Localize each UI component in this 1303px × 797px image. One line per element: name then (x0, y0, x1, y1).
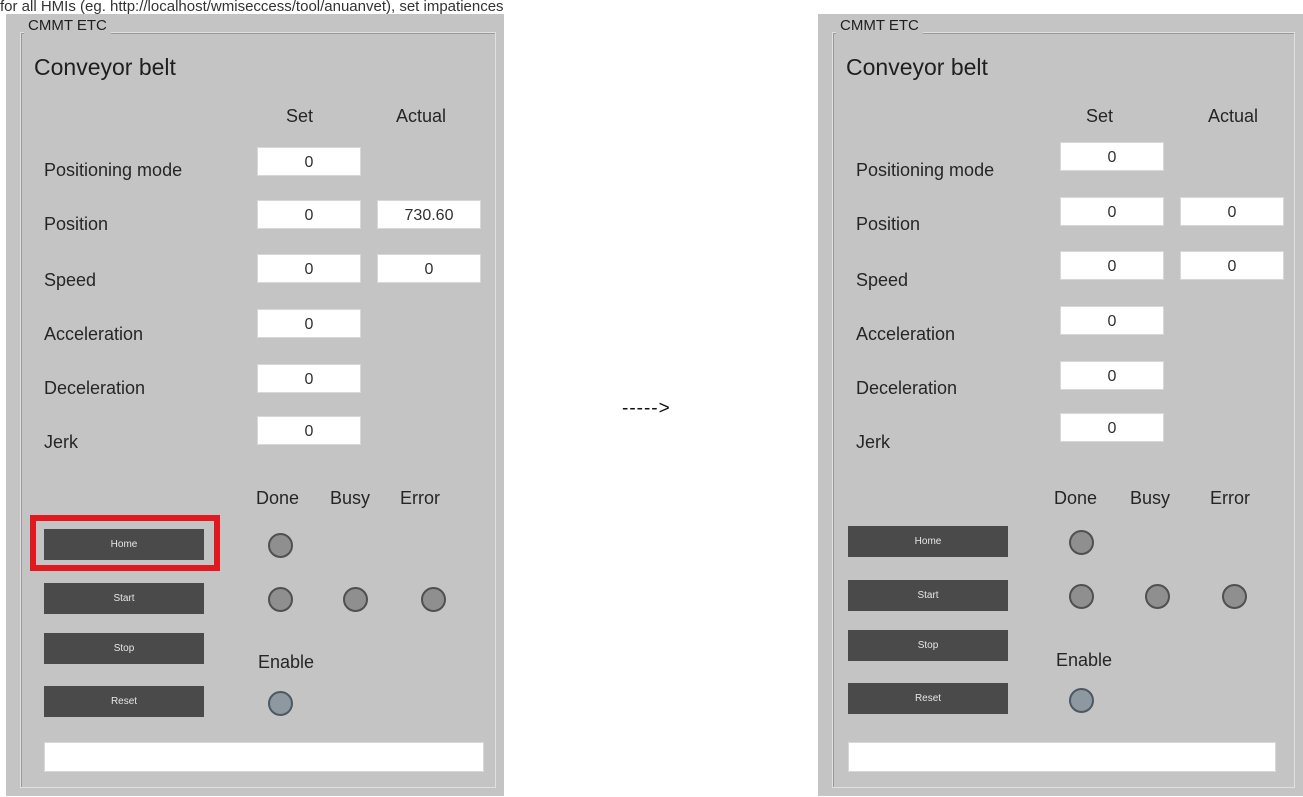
speed-set-field[interactable]: 0 (257, 254, 361, 283)
positioning-mode-set-field[interactable]: 0 (257, 147, 361, 176)
speed-set-field[interactable]: 0 (1060, 251, 1164, 280)
status-header-busy: Busy (1130, 488, 1171, 508)
label-deceleration: Deceleration (44, 378, 146, 398)
conveyor-panel-after: CMMT ETC Conveyor belt Set Actual Positi… (818, 14, 1303, 796)
deceleration-set-field[interactable]: 0 (257, 364, 361, 393)
group-title: CMMT ETC (24, 17, 111, 34)
acceleration-set-field[interactable]: 0 (257, 309, 361, 338)
top-cropped-text: for all HMIs (eg. http://localhost/wmise… (0, 0, 1303, 14)
home-done-led (1069, 530, 1094, 555)
deceleration-set-field[interactable]: 0 (1060, 361, 1164, 390)
enable-label: Enable (258, 652, 315, 672)
label-positioning-mode: Positioning mode (44, 160, 183, 180)
start-done-led (1069, 584, 1094, 609)
group-title: CMMT ETC (836, 17, 923, 34)
position-actual-field: 730.60 (377, 200, 481, 229)
group-frame (20, 32, 496, 788)
status-header-busy: Busy (330, 488, 371, 508)
home-done-led (268, 533, 293, 558)
speed-actual-field: 0 (377, 254, 481, 283)
position-actual-field: 0 (1180, 197, 1284, 226)
col-header-actual: Actual (396, 106, 447, 126)
start-error-led (421, 587, 446, 612)
position-set-field[interactable]: 0 (1060, 197, 1164, 226)
start-button[interactable]: Start (44, 583, 204, 614)
label-deceleration: Deceleration (856, 378, 958, 398)
panel-title: Conveyor belt (846, 54, 988, 80)
reset-button[interactable]: Reset (848, 683, 1008, 714)
speed-actual-field: 0 (1180, 251, 1284, 280)
position-set-field[interactable]: 0 (257, 200, 361, 229)
label-positioning-mode: Positioning mode (856, 160, 995, 180)
start-busy-led (343, 587, 368, 612)
reset-button[interactable]: Reset (44, 686, 204, 717)
status-header-done: Done (1054, 488, 1098, 508)
label-position: Position (856, 214, 921, 234)
status-header-done: Done (256, 488, 300, 508)
status-header-error: Error (400, 488, 440, 508)
stop-button[interactable]: Stop (848, 630, 1008, 661)
start-busy-led (1145, 584, 1170, 609)
jerk-set-field[interactable]: 0 (257, 416, 361, 445)
col-header-set: Set (1086, 106, 1114, 126)
label-speed: Speed (44, 270, 97, 290)
panel-title: Conveyor belt (34, 54, 176, 80)
label-acceleration: Acceleration (44, 324, 144, 344)
home-button-highlight (30, 515, 220, 571)
status-header-error: Error (1210, 488, 1250, 508)
col-header-set: Set (286, 106, 314, 126)
label-acceleration: Acceleration (856, 324, 956, 344)
label-position: Position (44, 214, 109, 234)
enable-led (1069, 688, 1094, 713)
status-text-field (44, 742, 484, 772)
conveyor-panel-before: CMMT ETC Conveyor belt Set Actual Positi… (6, 14, 504, 796)
label-jerk: Jerk (856, 432, 891, 452)
jerk-set-field[interactable]: 0 (1060, 413, 1164, 442)
positioning-mode-set-field[interactable]: 0 (1060, 142, 1164, 171)
top-cropped-text-content: for all HMIs (eg. http://localhost/wmise… (0, 0, 504, 14)
transition-arrow: -----> (622, 398, 671, 419)
label-jerk: Jerk (44, 432, 79, 452)
stop-button[interactable]: Stop (44, 633, 204, 664)
acceleration-set-field[interactable]: 0 (1060, 306, 1164, 335)
start-error-led (1222, 584, 1247, 609)
home-button[interactable]: Home (848, 526, 1008, 557)
enable-label: Enable (1056, 650, 1113, 670)
status-text-field (848, 742, 1276, 772)
start-done-led (268, 587, 293, 612)
enable-led (268, 691, 293, 716)
label-speed: Speed (856, 270, 909, 290)
start-button[interactable]: Start (848, 580, 1008, 611)
col-header-actual: Actual (1208, 106, 1259, 126)
